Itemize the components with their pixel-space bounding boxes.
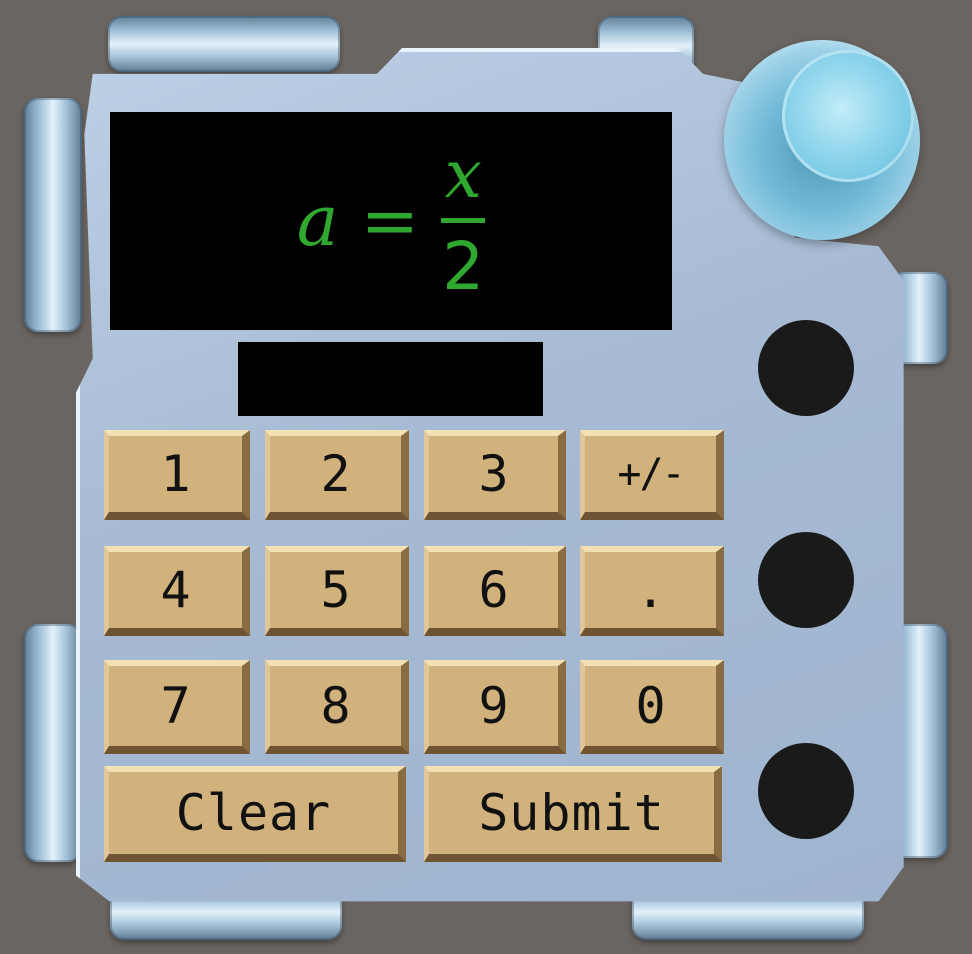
left-upper-bracket — [24, 98, 82, 332]
key-9[interactable]: 9 — [424, 660, 566, 754]
key-8[interactable]: 8 — [265, 660, 409, 754]
formula: a = x 2 — [296, 135, 486, 305]
key-label: 4 — [160, 561, 191, 619]
fraction-numerator: x — [444, 135, 482, 213]
key-decimal[interactable]: . — [580, 546, 724, 636]
key-1[interactable]: 1 — [104, 430, 250, 520]
key-plus-minus[interactable]: +/- — [580, 430, 724, 520]
key-label: 7 — [160, 677, 191, 735]
key-7[interactable]: 7 — [104, 660, 250, 754]
key-3[interactable]: 3 — [424, 430, 566, 520]
submit-button-label: Submit — [478, 784, 665, 842]
clear-button-label: Clear — [175, 784, 332, 842]
fraction-bar — [441, 217, 486, 223]
clear-button[interactable]: Clear — [104, 766, 406, 862]
key-label: 0 — [635, 677, 666, 735]
key-5[interactable]: 5 — [265, 546, 409, 636]
key-label: . — [635, 561, 666, 619]
key-label: 6 — [478, 561, 509, 619]
formula-equals: = — [360, 180, 420, 262]
knob-cap[interactable] — [782, 50, 914, 182]
key-label: 9 — [478, 677, 509, 735]
answer-input-display — [238, 342, 543, 416]
formula-fraction: x 2 — [441, 135, 486, 305]
formula-lhs: a — [296, 180, 339, 262]
top-left-bracket — [108, 16, 340, 72]
fraction-denominator: 2 — [442, 227, 485, 305]
left-lower-bracket — [24, 624, 82, 862]
indicator-light-3 — [758, 743, 854, 839]
key-label: +/- — [617, 451, 685, 497]
key-label: 3 — [478, 445, 509, 503]
key-label: 5 — [320, 561, 351, 619]
submit-button[interactable]: Submit — [424, 766, 722, 862]
indicator-light-2 — [758, 532, 854, 628]
calculator-device: a = x 2 1 2 3 +/- 4 5 6 . 7 8 9 0 Clear … — [0, 0, 972, 954]
indicator-light-1 — [758, 320, 854, 416]
key-6[interactable]: 6 — [424, 546, 566, 636]
key-label: 8 — [320, 677, 351, 735]
key-4[interactable]: 4 — [104, 546, 250, 636]
key-label: 2 — [320, 445, 351, 503]
key-0[interactable]: 0 — [580, 660, 724, 754]
key-label: 1 — [160, 445, 191, 503]
key-2[interactable]: 2 — [265, 430, 409, 520]
formula-display: a = x 2 — [110, 112, 672, 330]
